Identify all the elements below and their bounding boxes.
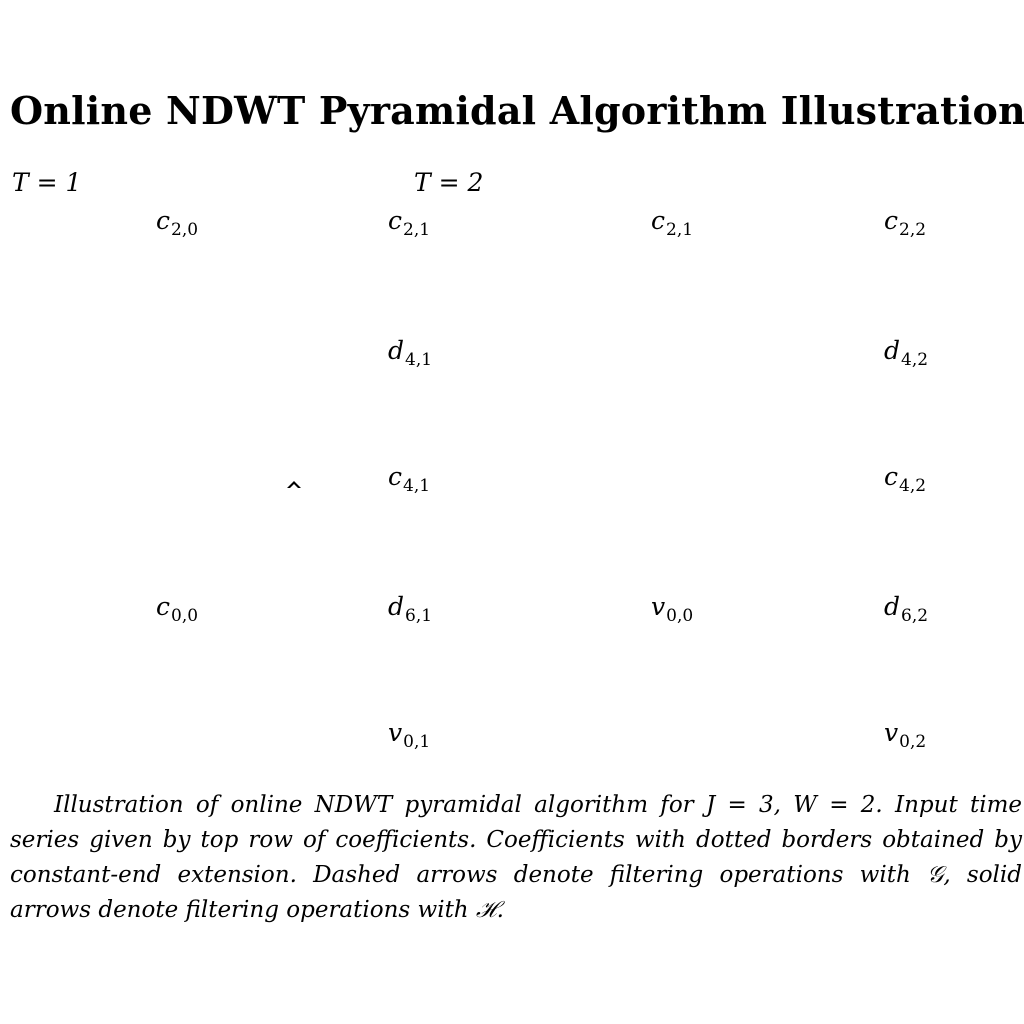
coef-subscript: 2,0 xyxy=(171,220,199,240)
coef-subscript: 0,0 xyxy=(666,606,694,626)
coef-symbol: c xyxy=(156,206,171,235)
panel-1-time-label: T = 1 xyxy=(12,168,82,197)
coef-subscript: 6,1 xyxy=(405,606,433,626)
coef-symbol: d xyxy=(884,592,901,621)
coef-symbol: d xyxy=(388,336,405,365)
coef-subscript: 4,1 xyxy=(405,350,433,370)
coef-v-0-1: v0,1 xyxy=(388,720,430,751)
coef-symbol: d xyxy=(388,592,405,621)
coef-symbol: v xyxy=(388,718,403,747)
coef-symbol: v xyxy=(651,592,666,621)
coef-d-4-2: d4,2 xyxy=(884,338,928,369)
coef-c-2-1-b: c2,1 xyxy=(651,208,693,239)
coef-subscript: 0,0 xyxy=(171,606,199,626)
coef-c-4-2: c4,2 xyxy=(884,464,926,495)
coef-subscript: 4,2 xyxy=(899,476,927,496)
coef-symbol: d xyxy=(884,336,901,365)
coef-c-2-2: c2,2 xyxy=(884,208,926,239)
arrowhead-icon xyxy=(287,481,301,488)
coef-c-0-0: c0,0 xyxy=(156,594,198,625)
coef-subscript: 2,1 xyxy=(666,220,694,240)
coef-d-4-1: d4,1 xyxy=(388,338,432,369)
coef-subscript: 2,2 xyxy=(899,220,927,240)
figure-page: Online NDWT Pyramidal Algorithm Illustra… xyxy=(0,0,1024,1024)
coef-d-6-2: d6,2 xyxy=(884,594,928,625)
coef-symbol: c xyxy=(388,462,403,491)
coef-subscript: 6,2 xyxy=(901,606,929,626)
coef-c-2-1-a: c2,1 xyxy=(388,208,430,239)
coef-subscript: 0,2 xyxy=(899,732,927,752)
figure-caption: Illustration of online NDWT pyramidal al… xyxy=(10,792,1022,923)
figure-title: Online NDWT Pyramidal Algorithm Illustra… xyxy=(10,88,1024,133)
coef-subscript: 2,1 xyxy=(403,220,431,240)
coef-symbol: v xyxy=(884,718,899,747)
coef-v-0-0: v0,0 xyxy=(651,594,693,625)
coef-c-2-0: c2,0 xyxy=(156,208,198,239)
coef-v-0-2: v0,2 xyxy=(884,720,926,751)
panel-2-time-label: T = 2 xyxy=(414,168,484,197)
coef-d-6-1: d6,1 xyxy=(388,594,432,625)
coef-subscript: 4,2 xyxy=(901,350,929,370)
coef-symbol: c xyxy=(156,592,171,621)
coef-c-4-1: c4,1 xyxy=(388,464,430,495)
coef-subscript: 0,1 xyxy=(403,732,431,752)
coef-subscript: 4,1 xyxy=(403,476,431,496)
coef-symbol: c xyxy=(388,206,403,235)
coef-symbol: c xyxy=(884,206,899,235)
coef-symbol: c xyxy=(651,206,666,235)
coef-symbol: c xyxy=(884,462,899,491)
